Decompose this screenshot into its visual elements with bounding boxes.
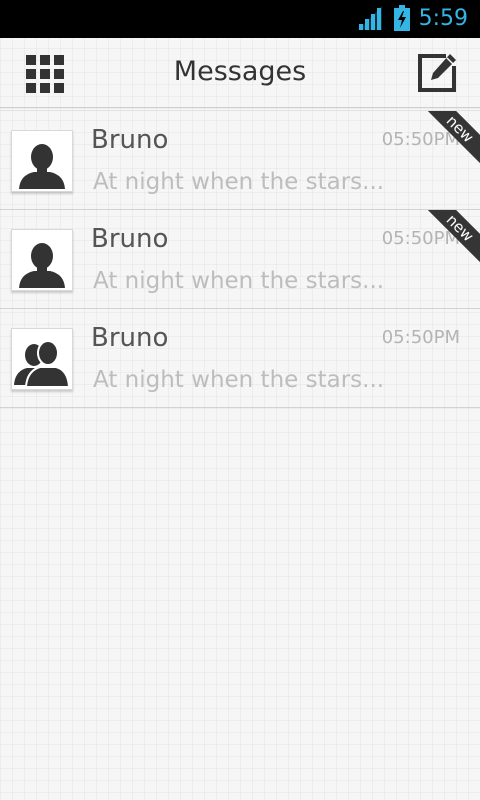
message-preview: At night when the stars... [93, 367, 385, 393]
contact-name: Bruno [91, 224, 169, 254]
compose-icon[interactable] [416, 52, 458, 94]
status-clock: 5:59 [418, 6, 468, 31]
person-icon [19, 243, 65, 288]
action-bar: Messages [0, 38, 480, 108]
avatar[interactable] [11, 328, 73, 390]
contact-name: Bruno [91, 323, 169, 353]
avatar[interactable] [11, 229, 73, 291]
grid-icon[interactable] [26, 55, 64, 93]
conversation-row[interactable]: Bruno 05:50PM At night when the stars...… [0, 110, 480, 210]
action-bar-divider [0, 107, 480, 108]
conversation-list: Bruno 05:50PM At night when the stars...… [0, 110, 480, 408]
contact-name: Bruno [91, 125, 169, 155]
status-bar: 5:59 [0, 0, 480, 38]
group-icon [14, 340, 71, 388]
avatar[interactable] [11, 130, 73, 192]
person-icon [19, 144, 65, 189]
message-preview: At night when the stars... [93, 169, 385, 195]
conversation-row[interactable]: Bruno 05:50PM At night when the stars... [0, 309, 480, 408]
conversation-row[interactable]: Bruno 05:50PM At night when the stars...… [0, 210, 480, 309]
signal-icon [358, 6, 382, 30]
message-preview: At night when the stars... [93, 268, 385, 294]
page-title: Messages [173, 56, 307, 87]
message-time: 05:50PM [381, 327, 460, 348]
battery-charging-icon [394, 5, 410, 31]
